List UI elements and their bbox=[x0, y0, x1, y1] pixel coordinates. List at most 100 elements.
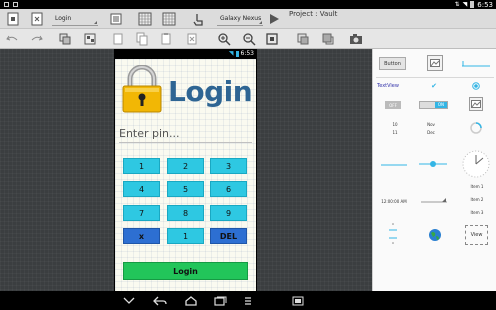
palette-datepicker-widget[interactable]: Nov Dec bbox=[419, 117, 443, 139]
key-1[interactable]: 1 bbox=[123, 158, 160, 174]
app-screen: Login 1 2 3 4 5 6 7 8 9 x 1 DEL Login bbox=[115, 59, 256, 292]
radio-icon bbox=[472, 82, 480, 90]
zoom-in-button[interactable] bbox=[216, 31, 232, 47]
screenshot-icon[interactable] bbox=[291, 294, 305, 307]
key-3[interactable]: 3 bbox=[210, 158, 247, 174]
palette-imagebutton-widget[interactable] bbox=[469, 97, 483, 111]
picker-value: Dec bbox=[427, 129, 435, 135]
palette-switch-widget[interactable]: ON bbox=[419, 101, 448, 109]
paste-button[interactable] bbox=[158, 31, 174, 47]
device-status-bar: ◥ 6:53 bbox=[114, 49, 257, 59]
palette-textview-widget[interactable]: TextView bbox=[377, 81, 411, 91]
slider-icon bbox=[381, 164, 407, 166]
layout-icon bbox=[84, 33, 96, 45]
home-button[interactable] bbox=[183, 294, 199, 307]
palette-toggle-off-widget[interactable]: OFF bbox=[385, 101, 401, 109]
list-item[interactable]: Item 2 bbox=[467, 195, 487, 203]
list-item[interactable]: Item 3 bbox=[467, 208, 487, 216]
key-5[interactable]: 5 bbox=[167, 181, 204, 197]
notification-icon bbox=[13, 2, 18, 7]
key-9[interactable]: 9 bbox=[210, 205, 247, 221]
new-layout-button[interactable] bbox=[5, 11, 21, 27]
key-8[interactable]: 8 bbox=[167, 205, 204, 221]
picker-value: 11 bbox=[392, 129, 398, 135]
touch-mode-button[interactable] bbox=[190, 11, 206, 27]
key-7[interactable]: 7 bbox=[123, 205, 160, 221]
copy-button[interactable] bbox=[134, 31, 150, 47]
undo-button[interactable] bbox=[4, 31, 20, 47]
cut-button[interactable] bbox=[110, 31, 126, 47]
wifi-icon: ◥ bbox=[462, 1, 468, 8]
key-2[interactable]: 2 bbox=[167, 158, 204, 174]
palette-image-widget[interactable] bbox=[427, 55, 443, 71]
pin-input[interactable] bbox=[119, 125, 252, 143]
grid-button[interactable] bbox=[137, 11, 153, 27]
key-6[interactable]: 6 bbox=[210, 181, 247, 197]
battery-icon bbox=[470, 1, 475, 8]
recent-apps-button[interactable] bbox=[212, 294, 228, 307]
switch-on-label: ON bbox=[434, 102, 447, 108]
recent-apps-icon bbox=[214, 296, 227, 306]
key-zero[interactable]: 1 bbox=[167, 228, 204, 244]
palette-textclock-widget[interactable]: 12:00:00 AM bbox=[377, 197, 411, 205]
fit-screen-button[interactable] bbox=[264, 31, 280, 47]
palette-stepper-widget[interactable] bbox=[386, 221, 400, 247]
redo-button[interactable] bbox=[29, 31, 45, 47]
layers-icon bbox=[297, 33, 309, 45]
zoom-out-button[interactable] bbox=[241, 31, 257, 47]
checkbox-icon[interactable]: ✔ bbox=[429, 81, 439, 91]
layout-button[interactable] bbox=[82, 31, 98, 47]
palette-analogclock-widget[interactable] bbox=[461, 149, 491, 179]
properties-button[interactable] bbox=[108, 11, 124, 27]
login-button[interactable]: Login bbox=[123, 262, 248, 280]
palette-spinner-widget[interactable] bbox=[421, 197, 447, 203]
delete-layout-button[interactable] bbox=[29, 11, 45, 27]
transfer-icon: ⇅ bbox=[454, 1, 460, 8]
key-4[interactable]: 4 bbox=[123, 181, 160, 197]
page-title: Login bbox=[168, 75, 253, 108]
palette-webview-widget[interactable] bbox=[428, 228, 442, 242]
palette-slider-widget[interactable] bbox=[381, 163, 407, 167]
system-nav-bar bbox=[0, 291, 496, 310]
screenshot-button[interactable] bbox=[348, 31, 364, 47]
palette-progress-widget[interactable] bbox=[469, 121, 483, 135]
widget-palette: Button TextView ✔ OFF ON 10 11 Nov Dec I… bbox=[372, 49, 496, 291]
zoom-in-icon bbox=[218, 33, 231, 46]
device-select[interactable]: Galaxy Nexus bbox=[217, 12, 263, 26]
hand-pointer-icon bbox=[193, 14, 203, 26]
send-back-button[interactable] bbox=[320, 31, 336, 47]
palette-numberpicker-widget[interactable]: 10 11 bbox=[382, 117, 408, 139]
keyboard-hide-icon[interactable] bbox=[122, 294, 136, 307]
palette-view-widget[interactable]: View bbox=[465, 225, 488, 245]
back-button[interactable] bbox=[152, 294, 168, 307]
key-clear[interactable]: x bbox=[123, 228, 160, 244]
palette-button-widget[interactable]: Button bbox=[379, 57, 406, 70]
delete-element-button[interactable] bbox=[184, 31, 200, 47]
image-icon bbox=[471, 100, 481, 108]
list-item[interactable]: Item 1 bbox=[467, 182, 487, 190]
layout-select[interactable]: Login bbox=[52, 12, 98, 26]
grid-icon bbox=[162, 12, 176, 26]
palette-radio-widget[interactable] bbox=[471, 81, 481, 91]
notification-icon bbox=[4, 2, 9, 7]
seekbar-icon bbox=[462, 61, 490, 67]
layers-icon bbox=[322, 33, 334, 45]
grid-icon bbox=[138, 12, 152, 26]
palette-seekbar-widget[interactable] bbox=[461, 59, 491, 67]
play-icon bbox=[270, 14, 279, 24]
device-preview: ◥ 6:53 Login 1 2 3 4 5 6 7 8 bbox=[114, 49, 257, 292]
fit-screen-icon bbox=[266, 33, 278, 45]
device-time: 6:53 bbox=[240, 50, 254, 57]
seekbar-icon bbox=[419, 161, 447, 167]
run-preview-button[interactable] bbox=[266, 11, 282, 27]
edit-toolbar bbox=[0, 29, 496, 49]
menu-button[interactable] bbox=[241, 294, 255, 307]
copy-icon bbox=[136, 32, 148, 46]
group-button[interactable] bbox=[57, 31, 73, 47]
new-file-icon bbox=[7, 12, 19, 26]
snap-grid-button[interactable] bbox=[161, 11, 177, 27]
key-delete[interactable]: DEL bbox=[210, 228, 247, 244]
palette-seekbar-thumb-widget[interactable] bbox=[419, 157, 447, 171]
bring-front-button[interactable] bbox=[295, 31, 311, 47]
system-status-bar: ⇅ ◥ 6:53 bbox=[0, 0, 496, 9]
